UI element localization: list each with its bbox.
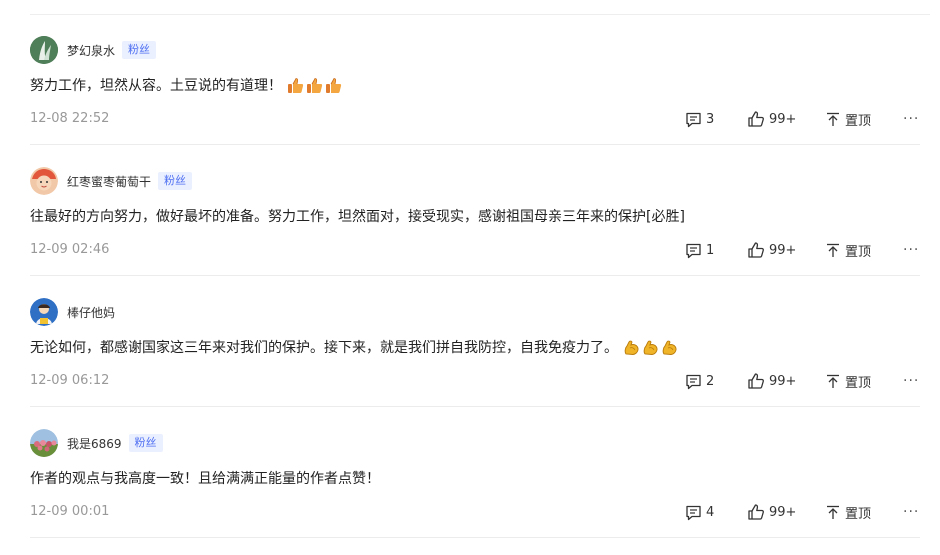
username[interactable]: 红枣蜜枣葡萄干	[67, 173, 151, 190]
like-count: 99+	[769, 242, 797, 258]
pin-top-icon	[827, 243, 839, 257]
comment-time: 12-09 06:12	[30, 373, 110, 388]
comment-item: 梦幻泉水 粉丝 努力工作，坦然从容。土豆说的有道理！ 12-08 22:52 3…	[30, 14, 920, 145]
pin-top-icon	[827, 374, 839, 388]
comment-text: 作者的观点与我高度一致！且给满满正能量的作者点赞！	[30, 471, 380, 487]
pin-button[interactable]: 置顶	[825, 502, 871, 522]
comment-icon	[686, 112, 701, 127]
reply-count: 4	[706, 504, 715, 520]
emoji-group	[287, 77, 342, 94]
more-button[interactable]: ···	[903, 502, 919, 522]
comment-text-row: 往最好的方向努力，做好最坏的准备。努力工作，坦然面对，接受现实，感谢祖国母亲三年…	[30, 206, 685, 226]
thumbs-up-outline-icon	[748, 373, 764, 389]
comment-item: 红枣蜜枣葡萄干 粉丝 往最好的方向努力，做好最坏的准备。努力工作，坦然面对，接受…	[30, 145, 920, 276]
comment-icon	[686, 505, 701, 520]
comment-header: 我是6869 粉丝	[30, 429, 163, 457]
comment-header: 棒仔他妈	[30, 298, 115, 326]
pin-button[interactable]: 置顶	[825, 109, 871, 129]
comment-icon	[686, 374, 701, 389]
comment-header: 红枣蜜枣葡萄干 粉丝	[30, 167, 193, 195]
pin-label: 置顶	[845, 244, 872, 260]
like-button[interactable]: 99+	[747, 371, 796, 391]
comment-text-row: 无论如何，都感谢国家这三年来对我们的保护。接下来，就是我们拼自我防控，自我免疫力…	[30, 337, 678, 357]
comment-header: 梦幻泉水 粉丝	[30, 36, 157, 64]
reply-count: 1	[706, 242, 715, 258]
reply-count: 2	[706, 373, 715, 389]
comment-footer: 12-09 02:46 1 99+ 置顶 ···	[30, 240, 920, 260]
reply-count: 3	[706, 111, 715, 127]
comment-item: 棒仔他妈 无论如何，都感谢国家这三年来对我们的保护。接下来，就是我们拼自我防控，…	[30, 276, 920, 407]
comment-item: 我是6869 粉丝 作者的观点与我高度一致！且给满满正能量的作者点赞！ 12-0…	[30, 407, 920, 538]
fan-badge: 粉丝	[158, 172, 193, 190]
comment-text-row: 作者的观点与我高度一致！且给满满正能量的作者点赞！	[30, 468, 380, 488]
avatar[interactable]	[30, 298, 58, 326]
pin-label: 置顶	[845, 113, 872, 129]
thumbs-up-outline-icon	[748, 111, 764, 127]
thumbs-up-icon	[307, 77, 323, 93]
thumbs-up-outline-icon	[748, 504, 764, 520]
avatar[interactable]	[30, 429, 58, 457]
username[interactable]: 梦幻泉水	[67, 42, 115, 59]
avatar[interactable]	[30, 167, 58, 195]
pin-label: 置顶	[845, 506, 872, 522]
comment-footer: 12-09 06:12 2 99+ 置顶 ···	[30, 371, 920, 391]
comment-time: 12-09 00:01	[30, 504, 110, 519]
emoji-group	[623, 339, 678, 356]
reply-button[interactable]: 4	[685, 502, 714, 522]
comment-footer: 12-08 22:52 3 99+ 置顶 ···	[30, 109, 920, 129]
comment-text: 努力工作，坦然从容。土豆说的有道理！	[30, 78, 282, 94]
avatar[interactable]	[30, 36, 58, 64]
comment-list: 梦幻泉水 粉丝 努力工作，坦然从容。土豆说的有道理！ 12-08 22:52 3…	[0, 0, 940, 555]
more-button[interactable]: ···	[903, 371, 919, 391]
comment-divider	[30, 537, 920, 538]
username[interactable]: 棒仔他妈	[67, 304, 115, 321]
pin-top-icon	[827, 505, 839, 519]
like-button[interactable]: 99+	[747, 240, 796, 260]
fan-badge: 粉丝	[128, 434, 163, 452]
flexed-biceps-icon	[662, 340, 677, 355]
thumbs-up-outline-icon	[748, 242, 764, 258]
thumbs-up-icon	[288, 77, 304, 93]
flexed-biceps-icon	[643, 340, 658, 355]
pin-button[interactable]: 置顶	[825, 240, 871, 260]
comment-text: 往最好的方向努力，做好最坏的准备。努力工作，坦然面对，接受现实，感谢祖国母亲三年…	[30, 209, 685, 225]
like-count: 99+	[769, 373, 797, 389]
more-button[interactable]: ···	[903, 240, 919, 260]
pin-label: 置顶	[845, 375, 872, 391]
comment-time: 12-09 02:46	[30, 242, 110, 257]
flexed-biceps-icon	[624, 340, 639, 355]
comment-text-row: 努力工作，坦然从容。土豆说的有道理！	[30, 75, 342, 95]
comment-time: 12-08 22:52	[30, 111, 110, 126]
comment-icon	[686, 243, 701, 258]
fan-badge: 粉丝	[122, 41, 157, 59]
reply-button[interactable]: 3	[685, 109, 714, 129]
pin-top-icon	[827, 112, 839, 126]
thumbs-up-icon	[326, 77, 342, 93]
pin-button[interactable]: 置顶	[825, 371, 871, 391]
more-button[interactable]: ···	[903, 109, 919, 129]
reply-button[interactable]: 1	[685, 240, 714, 260]
like-count: 99+	[769, 504, 797, 520]
comment-footer: 12-09 00:01 4 99+ 置顶 ···	[30, 502, 920, 522]
like-count: 99+	[769, 111, 797, 127]
like-button[interactable]: 99+	[747, 502, 796, 522]
reply-button[interactable]: 2	[685, 371, 714, 391]
comment-text: 无论如何，都感谢国家这三年来对我们的保护。接下来，就是我们拼自我防控，自我免疫力…	[30, 340, 618, 356]
username[interactable]: 我是6869	[67, 435, 122, 452]
like-button[interactable]: 99+	[747, 109, 796, 129]
